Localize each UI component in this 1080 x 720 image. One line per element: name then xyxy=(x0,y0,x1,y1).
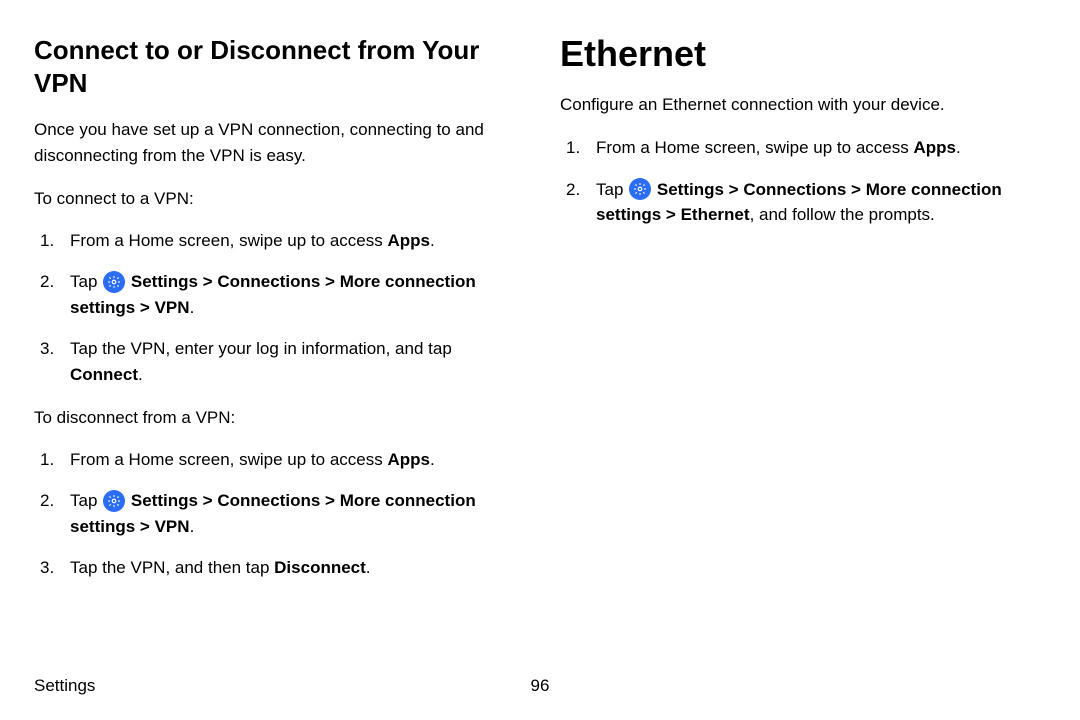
path-vpn: VPN xyxy=(155,298,190,317)
period: . xyxy=(366,558,371,577)
chevron-icon: > xyxy=(140,517,150,536)
tap-text: Tap xyxy=(596,180,628,199)
step-tail: , and follow the prompts. xyxy=(750,205,935,224)
path-settings: Settings xyxy=(657,180,724,199)
settings-icon xyxy=(103,490,125,512)
disconnect-label-bold: Disconnect xyxy=(274,558,366,577)
chevron-icon: > xyxy=(325,272,335,291)
step-text: From a Home screen, swipe up to access xyxy=(70,450,387,469)
disconnect-label: To disconnect from a VPN: xyxy=(34,405,524,431)
path-connections: Connections xyxy=(217,272,320,291)
tap-text: Tap xyxy=(70,272,102,291)
path-more-1: More connection xyxy=(340,491,476,510)
path-settings: Settings xyxy=(131,491,198,510)
ethernet-steps: From a Home screen, swipe up to access A… xyxy=(560,135,1050,228)
ethernet-intro: Configure an Ethernet connection with yo… xyxy=(560,92,1050,118)
disconnect-steps: From a Home screen, swipe up to access A… xyxy=(34,447,524,581)
path-more-2: settings xyxy=(596,205,661,224)
connect-label-bold: Connect xyxy=(70,365,138,384)
footer-section-label: Settings xyxy=(34,676,95,696)
list-item: From a Home screen, swipe up to access A… xyxy=(34,228,524,254)
list-item: Tap the VPN, enter your log in informati… xyxy=(34,336,524,387)
path-connections: Connections xyxy=(217,491,320,510)
list-item: Tap Settings > Connections > More connec… xyxy=(34,488,524,539)
vpn-intro: Once you have set up a VPN connection, c… xyxy=(34,117,524,168)
list-item: From a Home screen, swipe up to access A… xyxy=(560,135,1050,161)
settings-icon xyxy=(629,178,651,200)
apps-label: Apps xyxy=(387,231,430,250)
page-number: 96 xyxy=(531,676,550,696)
list-item: From a Home screen, swipe up to access A… xyxy=(34,447,524,473)
chevron-icon: > xyxy=(203,491,213,510)
period: . xyxy=(430,450,435,469)
apps-label: Apps xyxy=(387,450,430,469)
chevron-icon: > xyxy=(851,180,861,199)
step-text: From a Home screen, swipe up to access xyxy=(70,231,387,250)
path-settings: Settings xyxy=(131,272,198,291)
path-connections: Connections xyxy=(743,180,846,199)
connect-label: To connect to a VPN: xyxy=(34,186,524,212)
left-column: Connect to or Disconnect from Your VPN O… xyxy=(34,34,524,599)
period: . xyxy=(430,231,435,250)
step-text: Tap the VPN, and then tap xyxy=(70,558,274,577)
right-column: Ethernet Configure an Ethernet connectio… xyxy=(560,34,1050,599)
path-more-1: More connection xyxy=(340,272,476,291)
list-item: Tap Settings > Connections > More connec… xyxy=(34,269,524,320)
chevron-icon: > xyxy=(140,298,150,317)
settings-icon xyxy=(103,271,125,293)
step-text: From a Home screen, swipe up to access xyxy=(596,138,913,157)
chevron-icon: > xyxy=(666,205,676,224)
step-text: Tap the VPN, enter your log in informati… xyxy=(70,339,452,358)
period: . xyxy=(956,138,961,157)
chevron-icon: > xyxy=(203,272,213,291)
connect-steps: From a Home screen, swipe up to access A… xyxy=(34,228,524,388)
period: . xyxy=(190,298,195,317)
chevron-icon: > xyxy=(729,180,739,199)
list-item: Tap Settings > Connections > More connec… xyxy=(560,177,1050,228)
vpn-heading: Connect to or Disconnect from Your VPN xyxy=(34,34,524,99)
period: . xyxy=(138,365,143,384)
tap-text: Tap xyxy=(70,491,102,510)
period: . xyxy=(190,517,195,536)
chevron-icon: > xyxy=(325,491,335,510)
path-more-1: More connection xyxy=(866,180,1002,199)
path-vpn: VPN xyxy=(155,517,190,536)
list-item: Tap the VPN, and then tap Disconnect. xyxy=(34,555,524,581)
path-more-2: settings xyxy=(70,298,135,317)
path-more-2: settings xyxy=(70,517,135,536)
apps-label: Apps xyxy=(913,138,956,157)
path-ethernet: Ethernet xyxy=(681,205,750,224)
ethernet-heading: Ethernet xyxy=(560,34,1050,74)
